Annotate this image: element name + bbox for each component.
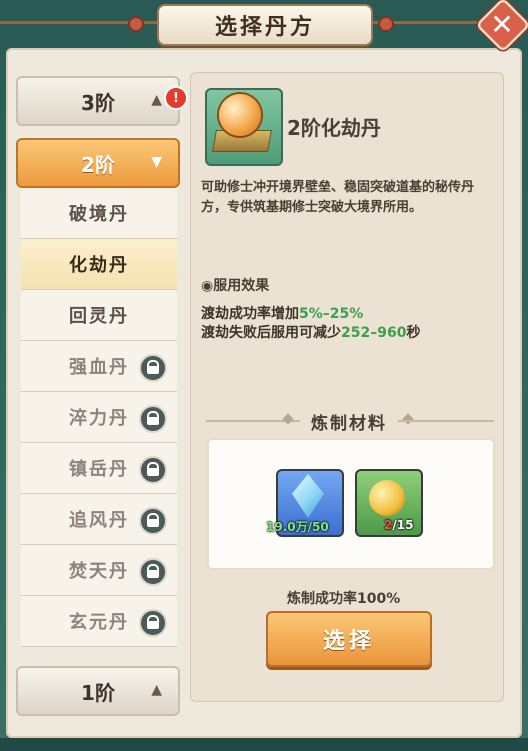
chevron-up-icon: ▲ [151, 682, 162, 698]
material-count-2-need: /15 [392, 518, 414, 532]
effect-line-1: 渡劫成功率增加5%–25% [201, 303, 363, 323]
gold-orb-icon [369, 480, 405, 516]
lock-icon [139, 507, 167, 535]
tier-1-header[interactable]: 1阶 ▲ [16, 666, 180, 716]
pill-item-pojing[interactable]: 破境丹 [21, 188, 177, 239]
title-plate: 选择丹方 [157, 4, 373, 46]
pill-item-zhenyue[interactable]: 镇岳丹 [21, 443, 177, 494]
pill-item-qiangxue[interactable]: 强血丹 [21, 341, 177, 392]
tier-3-header[interactable]: 3阶 ▲ ! [16, 76, 188, 126]
choose-button[interactable]: 选择 [266, 611, 432, 667]
pill-name: 2阶化劫丹 [287, 116, 381, 140]
pill-item-label: 淬力丹 [69, 408, 129, 429]
pill-item-xuanyuan[interactable]: 玄元丹 [21, 596, 177, 647]
lock-icon [139, 609, 167, 637]
bottom-strip [0, 738, 528, 751]
success-rate: 炼制成功率100% [287, 591, 401, 607]
title-knob-right [378, 16, 394, 32]
pill-item-label: 破境丹 [69, 204, 129, 225]
pill-orb-icon [219, 94, 261, 136]
material-count-2: 2/15 [384, 518, 413, 532]
close-icon[interactable]: ✕ [480, 2, 524, 46]
tier-3-label: 3阶 [81, 90, 115, 115]
pill-item-label: 化劫丹 [69, 255, 129, 276]
effect-title: ◉服用效果 [201, 278, 270, 294]
chevron-down-icon: ▼ [151, 154, 162, 170]
pill-item-huiling[interactable]: 回灵丹 [21, 290, 177, 341]
material-count-1: 19.0万/50 [266, 518, 329, 535]
dialog-title: 选择丹方 [214, 15, 315, 40]
pill-item-label: 玄元丹 [69, 612, 129, 633]
pill-item-huajie[interactable]: 化劫丹 [21, 239, 177, 290]
materials-title: 炼制材料 [311, 414, 387, 434]
pill-item-label: 镇岳丹 [69, 459, 129, 480]
chevron-up-icon: ▲ [151, 92, 162, 108]
pill-item-label: 回灵丹 [69, 306, 129, 327]
divider-right [398, 420, 494, 422]
pill-item-label: 追风丹 [69, 510, 129, 531]
pill-item-zhuifeng[interactable]: 追风丹 [21, 494, 177, 545]
pill-item-label: 焚天丹 [69, 561, 129, 582]
effect-line-2: 渡劫失败后服用可减少252–960秒 [201, 322, 420, 342]
effect-2-label: 渡劫失败后服用可减少 [201, 325, 341, 341]
material-count-1-text: 19.0万/50 [266, 520, 329, 534]
materials-box [207, 438, 495, 570]
tier-1-label: 1阶 [81, 680, 115, 705]
tier-2-header[interactable]: 2阶 ▼ [16, 138, 180, 188]
lock-icon [139, 558, 167, 586]
pill-item-cuili[interactable]: 淬力丹 [21, 392, 177, 443]
effect-2-value: 252–960 [341, 325, 407, 341]
choose-button-label: 选择 [322, 629, 375, 654]
effect-1-value: 5%–25% [299, 306, 364, 322]
pill-item-label: 强血丹 [69, 357, 129, 378]
effect-1-label: 渡劫成功率增加 [201, 306, 299, 322]
title-knob-left [128, 16, 144, 32]
lock-icon [139, 354, 167, 382]
lock-icon [139, 456, 167, 484]
pill-description: 可助修士冲开境界壁垒、稳固突破道基的秘传丹方，专供筑基期修士突破大境界所用。 [201, 180, 475, 215]
pill-item-fentian[interactable]: 焚天丹 [21, 545, 177, 596]
alert-badge: ! [164, 86, 188, 110]
tier-2-label: 2阶 [81, 152, 115, 177]
pill-list: 破境丹 化劫丹 回灵丹 强血丹 淬力丹 镇岳丹 追风丹 焚天丹 玄元丹 [21, 188, 177, 647]
lock-icon [139, 405, 167, 433]
effect-2-suffix: 秒 [406, 325, 421, 341]
recipe-sidebar: 3阶 ▲ ! 2阶 ▼ 破境丹 化劫丹 回灵丹 强血丹 淬力丹 镇岳丹 追风丹 [16, 70, 188, 738]
